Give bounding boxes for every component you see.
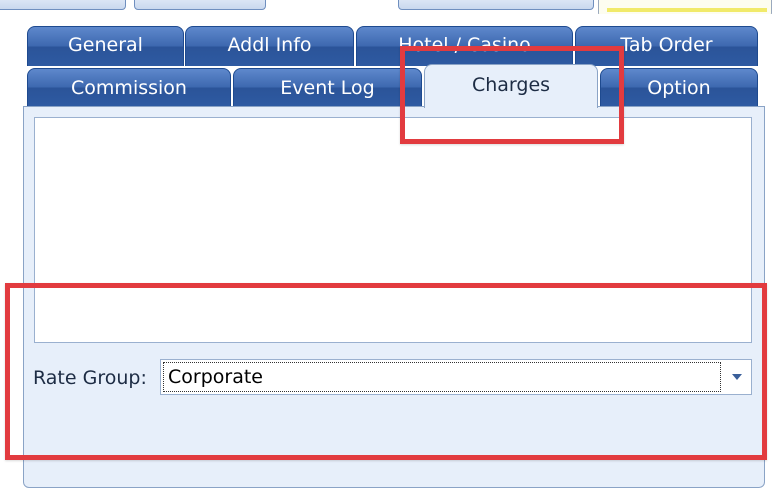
- tab-general[interactable]: General: [27, 26, 184, 66]
- charges-list[interactable]: [34, 117, 752, 343]
- charges-panel: Rate Group: Corporate: [23, 106, 765, 488]
- rate-group-value[interactable]: Corporate: [163, 362, 721, 392]
- tab-tab-order[interactable]: Tab Order: [575, 26, 758, 66]
- rate-group-dropdown[interactable]: Corporate: [160, 359, 752, 395]
- tab-commission[interactable]: Commission: [27, 68, 231, 106]
- top-toolbar-edge: [0, 0, 772, 16]
- top-button-1[interactable]: [0, 0, 126, 10]
- dropdown-arrow-icon[interactable]: [723, 360, 751, 394]
- tab-charges[interactable]: Charges: [424, 64, 598, 108]
- top-button-3[interactable]: [398, 0, 594, 10]
- tab-option[interactable]: Option: [600, 68, 758, 106]
- tab-event-log[interactable]: Event Log: [233, 68, 422, 106]
- rate-group-label: Rate Group:: [33, 367, 147, 389]
- chevron-down-icon: [732, 374, 742, 380]
- tab-hotel-casino[interactable]: Hotel / Casino: [356, 26, 573, 66]
- tab-addl-info[interactable]: Addl Info: [185, 26, 354, 66]
- top-button-2[interactable]: [134, 0, 266, 10]
